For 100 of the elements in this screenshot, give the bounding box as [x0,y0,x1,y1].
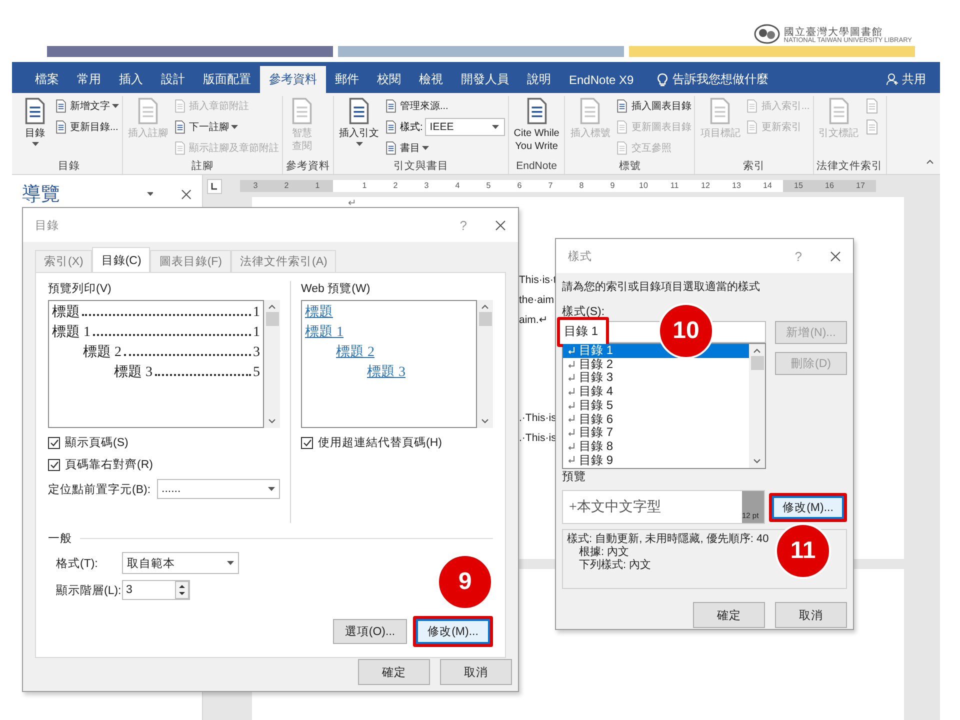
dialog-tab[interactable]: 圖表目錄(F) [150,250,231,272]
format-dropdown[interactable]: 取自範本 [122,552,239,574]
library-name: 國立臺灣大學圖書館 [784,28,884,38]
ribbon-tab[interactable]: EndNote X9 [560,66,643,93]
ribbon-button[interactable]: 目錄 [19,96,51,147]
close-icon[interactable] [830,250,841,262]
ribbon-group-label: EndNote [515,159,558,174]
document-icon [54,120,68,134]
dialog-title: 樣式 [568,249,593,264]
ruler-number: 1 [361,180,368,192]
body-text: .·This·is [519,431,556,446]
list-item[interactable]: 目錄 7 [563,426,749,440]
return-arrow-icon [567,374,575,382]
list-item[interactable]: 目錄 9 [563,454,749,468]
ribbon-tab[interactable]: 檢視 [410,66,452,93]
list-item[interactable]: 目錄 8 [563,440,749,454]
scrollbar[interactable] [264,300,280,428]
list-item[interactable]: 目錄 3 [563,371,749,386]
scrollbar[interactable] [749,344,765,468]
ribbon-button[interactable]: 下一註腳 [173,117,279,136]
checkbox[interactable] [48,458,60,470]
ruler-number: 17 [855,180,866,192]
document-icon [615,140,630,154]
ruler-number: 5 [485,180,492,192]
close-icon[interactable] [181,188,192,200]
heading-link[interactable]: 標題 [305,305,333,320]
chevron-down-icon[interactable] [268,419,276,424]
document-icon [745,120,760,134]
leader-dropdown[interactable]: ...... [156,479,280,499]
heading-link[interactable]: 標題 2 [336,345,374,360]
ribbon-button[interactable]: 管理來源... [384,96,505,115]
ribbon-tab[interactable]: 郵件 [326,66,368,93]
close-icon[interactable] [495,220,506,230]
heading-link[interactable]: 標題 3 [367,365,406,380]
return-arrow-icon [567,415,575,424]
scroll-thumb[interactable] [266,312,278,326]
ribbon-tab[interactable]: 設計 [152,66,194,93]
ribbon-button[interactable]: 插入引文 [337,96,381,147]
chevron-down-icon[interactable] [753,459,761,464]
dialog-title: 目錄 [35,218,60,232]
dropdown-icon[interactable] [146,192,154,196]
ribbon-button[interactable]: Cite While You Write [512,96,562,154]
description-text: 下列樣式: 內文 [579,559,652,572]
ribbon-tab[interactable]: 檔案 [26,66,68,93]
ribbon-tab[interactable]: 參考資料 [260,66,326,93]
dialog-tab[interactable]: 法律文件索引(A) [231,250,336,272]
ribbon-tab[interactable]: 插入 [110,66,152,93]
heading-link[interactable]: 標題 1 [305,325,344,340]
ribbon-group-label: 索引 [742,159,766,174]
checkbox-label: 頁碼靠右對齊(R) [65,457,153,472]
checkbox-label: 顯示頁碼(S) [65,436,128,450]
logo-icon [754,24,780,44]
checkbox[interactable] [301,436,313,448]
chevron-up-icon[interactable] [753,348,761,353]
dialog-button[interactable]: 確定 [358,659,430,685]
style-dropdown[interactable]: IEEE [424,118,505,136]
ribbon-button[interactable]: 更新目錄... [54,117,119,136]
ribbon-button[interactable]: 書目 [384,138,505,157]
ruler-number: 10 [638,180,649,192]
entry-title: 標題 2 [83,344,122,362]
field-label: 顯示階層(L): [56,584,122,598]
dialog-button[interactable]: 修改(M)... [416,619,490,644]
dialog-tab[interactable]: 目錄(C) [92,247,150,272]
ribbon-tab[interactable]: 常用 [68,66,110,93]
list-item[interactable]: 目錄 2 [563,358,749,372]
scrollbar[interactable] [477,300,493,428]
ribbon-group-label: 引文與書目 [392,159,450,174]
dialog-button[interactable]: 取消 [775,602,847,628]
dialog-button[interactable]: 取消 [440,659,512,685]
level-spinner[interactable]: 3 [122,580,190,600]
ribbon-tab[interactable]: 說明 [518,66,560,93]
return-arrow-icon [567,429,575,438]
ribbon-button[interactable]: 插入圖表目錄 [615,96,692,115]
scroll-thumb[interactable] [478,312,492,326]
ribbon-button[interactable]: 新增文字 [54,96,119,115]
chevron-down-icon[interactable] [481,419,489,424]
dialog-tab[interactable]: 索引(X) [35,250,92,272]
chevron-up-icon[interactable] [481,304,489,309]
chevron-up-icon[interactable] [268,304,276,309]
ribbon-tab[interactable]: 版面配置 [194,66,260,93]
tab-stop-selector-icon[interactable] [207,178,222,194]
spin-arrows-icon[interactable] [175,581,189,599]
chevron-up-icon[interactable] [926,159,934,164]
ruler-number: 9 [609,180,616,192]
check-icon [50,438,58,446]
scroll-thumb[interactable] [750,356,764,370]
list-item[interactable]: 目錄 4 [563,385,749,399]
ribbon-tab[interactable]: 校閱 [368,66,410,93]
list-item[interactable]: 目錄 5 [563,398,749,413]
ruler-number: 11 [669,180,680,192]
tell-me-search[interactable]: 告訴我您想做什麼 [650,66,775,93]
checkbox[interactable] [48,436,60,448]
ribbon-tab[interactable]: 開發人員 [452,66,518,93]
ribbon-group-label: 法律文件索引 [816,159,883,174]
document-icon [384,120,398,134]
dialog-button[interactable]: 修改(M)... [772,496,844,518]
list-item[interactable]: 目錄 6 [563,412,749,426]
dialog-button[interactable]: 確定 [693,602,765,628]
share-button[interactable]: 共用 [880,66,932,93]
dialog-button[interactable]: 選項(O)... [333,619,407,644]
